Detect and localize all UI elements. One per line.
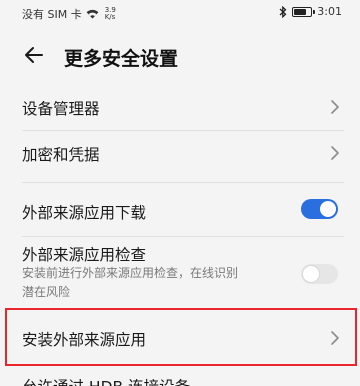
external-check-desc-line1: 安装前进行外部来源应用检查，在线识别 [22, 266, 239, 280]
external-download-toggle[interactable] [301, 199, 338, 219]
battery-icon [292, 6, 316, 17]
usb-connection-label: 允许通过 HDB 连接设备 [22, 375, 190, 386]
status-bar: 没有 SIM 卡 3.9 K/s 3:01 [0, 0, 360, 28]
wifi-icon [86, 9, 99, 19]
network-speed: 3.9 K/s [105, 7, 116, 21]
toggle-knob [320, 201, 336, 217]
page-title: 更多安全设置 [64, 48, 179, 70]
external-check-label: 外部来源应用检查 [22, 246, 147, 264]
external-download-label: 外部来源应用下载 [22, 204, 147, 222]
encryption-credentials-label: 加密和凭据 [22, 146, 100, 164]
external-check-description: 安装前进行外部来源应用检查，在线识别 潜在风险 [22, 264, 277, 302]
device-manager-item[interactable]: 设备管理器 [0, 84, 360, 130]
app-header: 更多安全设置 [0, 34, 360, 78]
encryption-credentials-item[interactable]: 加密和凭据 [0, 132, 360, 178]
usb-connection-item[interactable]: 允许通过 HDB 连接设备 [0, 366, 360, 386]
external-download-item[interactable]: 外部来源应用下载 [0, 190, 360, 234]
highlight-box [5, 308, 357, 366]
toggle-knob [303, 266, 319, 282]
chevron-right-icon [331, 146, 339, 160]
device-manager-label: 设备管理器 [22, 100, 100, 118]
back-arrow-icon[interactable] [22, 43, 46, 67]
bluetooth-icon [279, 5, 287, 18]
divider [22, 130, 344, 131]
divider [22, 236, 344, 237]
speed-unit: K/s [104, 13, 116, 21]
external-check-item[interactable]: 外部来源应用检查 安装前进行外部来源应用检查，在线识别 潜在风险 [0, 238, 360, 306]
external-check-desc-line2: 潜在风险 [22, 285, 71, 299]
clock-text: 3:01 [317, 5, 342, 18]
section-divider [22, 182, 344, 183]
carrier-text: 没有 SIM 卡 [22, 8, 82, 21]
chevron-right-icon [331, 100, 339, 114]
external-check-toggle[interactable] [301, 264, 338, 284]
